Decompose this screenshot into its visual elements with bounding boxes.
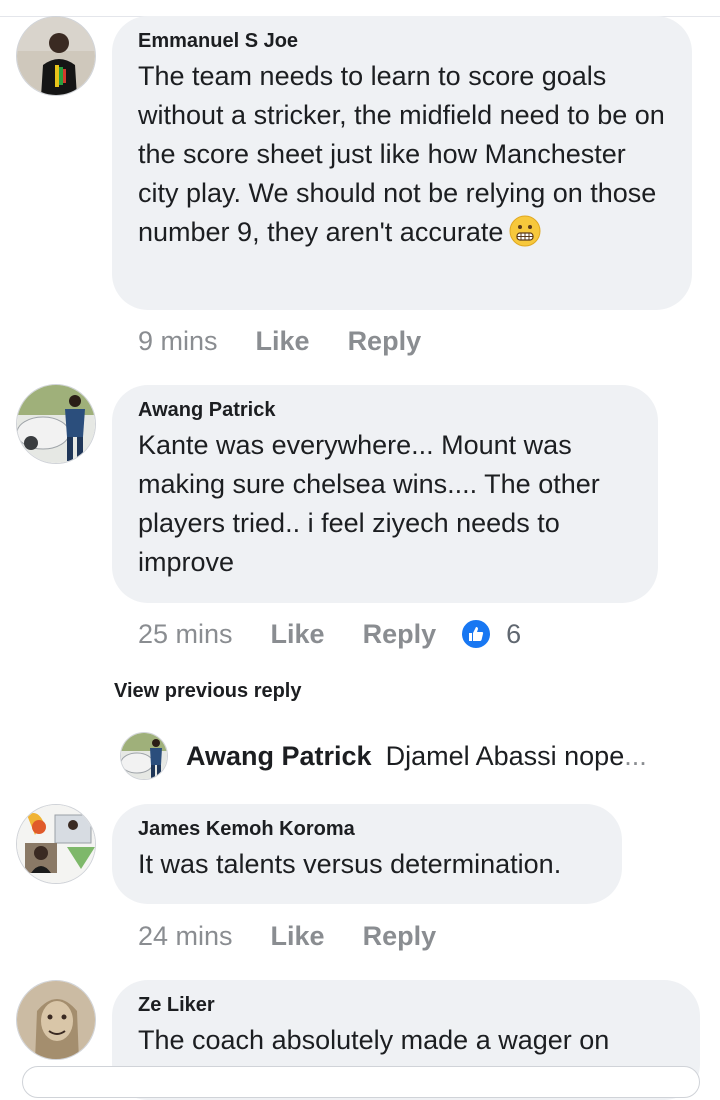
- thumbs-up-icon: [460, 618, 493, 650]
- comment-bubble: James Kemoh Koroma It was talents versus…: [112, 804, 622, 904]
- reply-text: Djamel Abassi nope: [385, 740, 625, 771]
- reply-author: Awang Patrick: [186, 740, 372, 771]
- comment-text: The team needs to learn to score goals w…: [138, 57, 666, 252]
- person-photo-icon: [17, 805, 95, 883]
- like-button[interactable]: Like: [271, 921, 325, 952]
- view-previous-reply-link[interactable]: View previous reply: [114, 680, 302, 703]
- write-comment-input[interactable]: [22, 1066, 700, 1098]
- person-photo-icon: [17, 981, 95, 1059]
- avatar[interactable]: [16, 384, 96, 464]
- reply-button[interactable]: Reply: [348, 326, 422, 357]
- comment-actions: 9 mins Like Reply: [138, 324, 459, 358]
- avatar[interactable]: [16, 804, 96, 884]
- comment-text: The coach absolutely made a wager on: [138, 1025, 610, 1055]
- comment-bubble: Awang Patrick Kante was everywhere... Mo…: [112, 385, 658, 603]
- reaction-count: 6: [506, 618, 522, 649]
- like-button[interactable]: Like: [256, 326, 310, 357]
- reply-button[interactable]: Reply: [363, 921, 437, 952]
- avatar[interactable]: [16, 16, 96, 96]
- comment-author[interactable]: James Kemoh Koroma: [138, 818, 596, 841]
- person-photo-icon: [17, 17, 95, 95]
- comment-text-content: The team needs to learn to score goals w…: [138, 61, 665, 247]
- comment-author[interactable]: Emmanuel S Joe: [138, 30, 666, 53]
- reply-ellipsis: ...: [624, 740, 647, 771]
- reply-button[interactable]: Reply: [363, 619, 437, 650]
- like-button[interactable]: Like: [271, 619, 325, 650]
- comment-timestamp: 25 mins: [138, 618, 233, 649]
- person-photo-icon: [17, 385, 95, 463]
- avatar[interactable]: [16, 980, 96, 1060]
- comment-text: It was talents versus determination.: [138, 849, 562, 879]
- comment-actions: 25 mins Like Reply 6: [138, 617, 521, 651]
- grimacing-face-icon: [509, 215, 541, 247]
- avatar[interactable]: [120, 732, 168, 780]
- comment-timestamp: 24 mins: [138, 920, 233, 951]
- reaction-summary[interactable]: 6: [460, 618, 521, 650]
- person-photo-icon: [121, 733, 167, 779]
- comment-author[interactable]: Ze Liker: [138, 994, 674, 1017]
- comment-text: Kante was everywhere... Mount was making…: [138, 430, 600, 577]
- comment-timestamp: 9 mins: [138, 325, 218, 356]
- comment-author[interactable]: Awang Patrick: [138, 399, 632, 422]
- comment-actions: 24 mins Like Reply: [138, 919, 474, 953]
- comment-bubble: Emmanuel S Joe The team needs to learn t…: [112, 16, 692, 310]
- reply-preview[interactable]: Awang Patrick Djamel Abassi nope...: [120, 732, 647, 780]
